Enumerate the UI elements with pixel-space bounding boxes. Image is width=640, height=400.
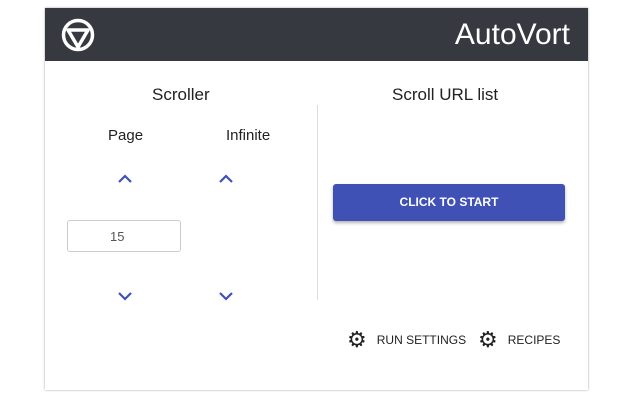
- url-list-heading: Scroll URL list: [392, 85, 499, 104]
- header: AutoVort: [45, 8, 588, 61]
- page-count-input[interactable]: 15: [67, 220, 181, 252]
- vortex-logo-icon: [61, 18, 95, 52]
- click-to-start-button[interactable]: CLICK TO START: [333, 184, 565, 221]
- extension-popup: AutoVort Scroller Scroll URL list Page I…: [45, 8, 588, 390]
- infinite-down-chevron-icon[interactable]: [218, 291, 234, 301]
- page-down-chevron-icon[interactable]: [117, 291, 133, 301]
- scroller-heading: Scroller: [152, 85, 210, 104]
- app-title: AutoVort: [454, 18, 570, 51]
- run-settings-label: RUN SETTINGS: [376, 333, 467, 347]
- recipes-label: RECIPES: [507, 333, 561, 347]
- divider: [317, 105, 318, 300]
- recipes-button[interactable]: ⚙ RECIPES: [478, 327, 561, 352]
- gear-icon: ⚙: [478, 327, 498, 352]
- page-label: Page: [108, 127, 144, 144]
- infinite-up-chevron-icon[interactable]: [218, 174, 234, 184]
- run-settings-button[interactable]: ⚙ RUN SETTINGS: [347, 327, 467, 352]
- gear-icon: ⚙: [347, 327, 367, 352]
- infinite-label: Infinite: [226, 127, 271, 144]
- page-up-chevron-icon[interactable]: [117, 174, 133, 184]
